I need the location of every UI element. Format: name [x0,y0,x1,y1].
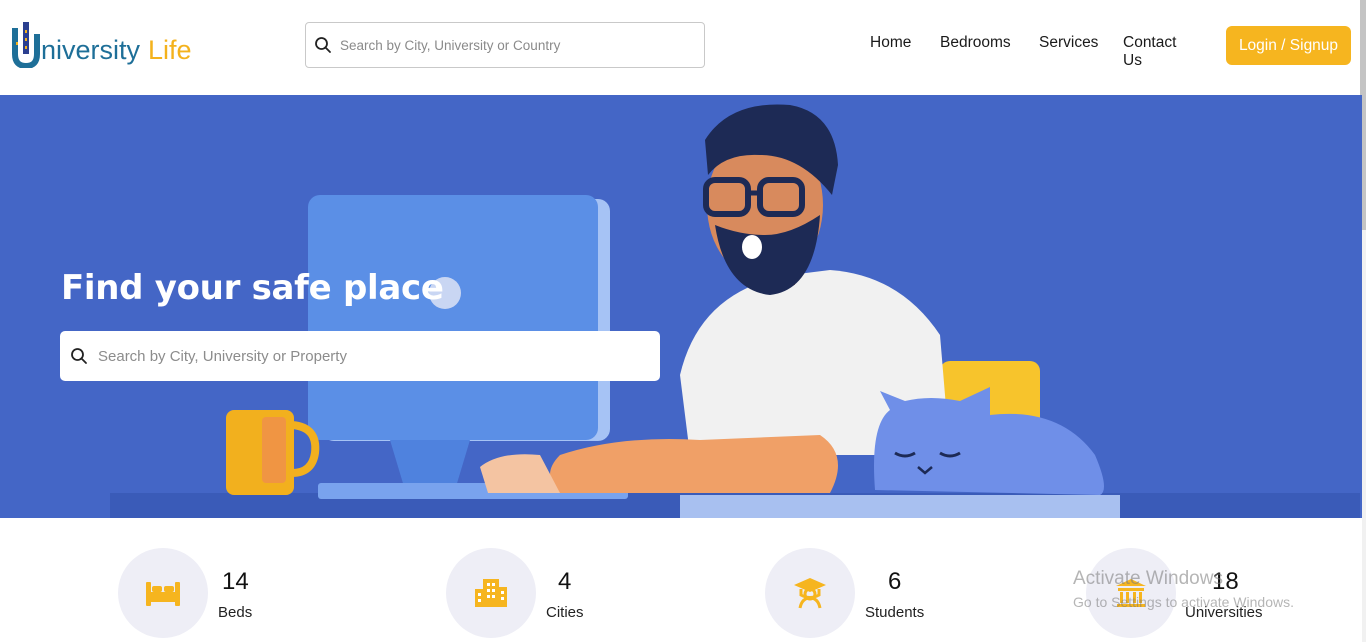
nav-bedrooms-link[interactable]: Bedrooms [940,34,1011,52]
building-icon [475,579,507,607]
nav-home-link[interactable]: Home [870,34,911,52]
hero-title: Find your safe place [61,268,444,308]
stat-value: 14 [222,568,249,595]
stats-section: 14 Beds 4 Cities 6 Students 18 Universit… [0,518,1362,642]
search-icon [315,37,331,53]
bed-icon [146,582,180,606]
hero-search-input[interactable] [98,347,638,365]
nav-contact-link[interactable]: Contact Us [1123,34,1176,70]
stat-label: Students [865,604,925,621]
site-header: niversityLife Home Bedrooms Services Con… [0,0,1366,95]
hero-search-box[interactable] [60,331,660,381]
university-icon [1116,579,1146,607]
search-icon [71,348,87,364]
graduate-icon [794,578,826,609]
stat-value: 6 [888,568,902,595]
site-logo[interactable]: niversity Life [12,18,192,68]
logo-text-life: Life [148,35,192,65]
stat-label: Cities [546,604,584,621]
stat-label: Universities [1185,604,1263,621]
logo-text: niversity Life [41,37,192,68]
logo-text-university: niversity [41,35,141,65]
stat-icon-circle [446,548,536,638]
stat-icon-circle [1086,548,1176,638]
stat-label: Beds [218,604,253,621]
stat-value: 4 [558,568,572,595]
login-signup-button[interactable]: Login / Signup [1226,26,1351,65]
stat-icon-circle [765,548,855,638]
header-search-box[interactable] [305,22,705,68]
logo-u-icon [12,22,40,68]
header-search-input[interactable] [340,37,680,53]
stat-icon-circle [118,548,208,638]
hero-banner: Find your safe place [0,95,1362,518]
nav-services-link[interactable]: Services [1039,34,1098,52]
stat-value: 18 [1212,568,1239,595]
